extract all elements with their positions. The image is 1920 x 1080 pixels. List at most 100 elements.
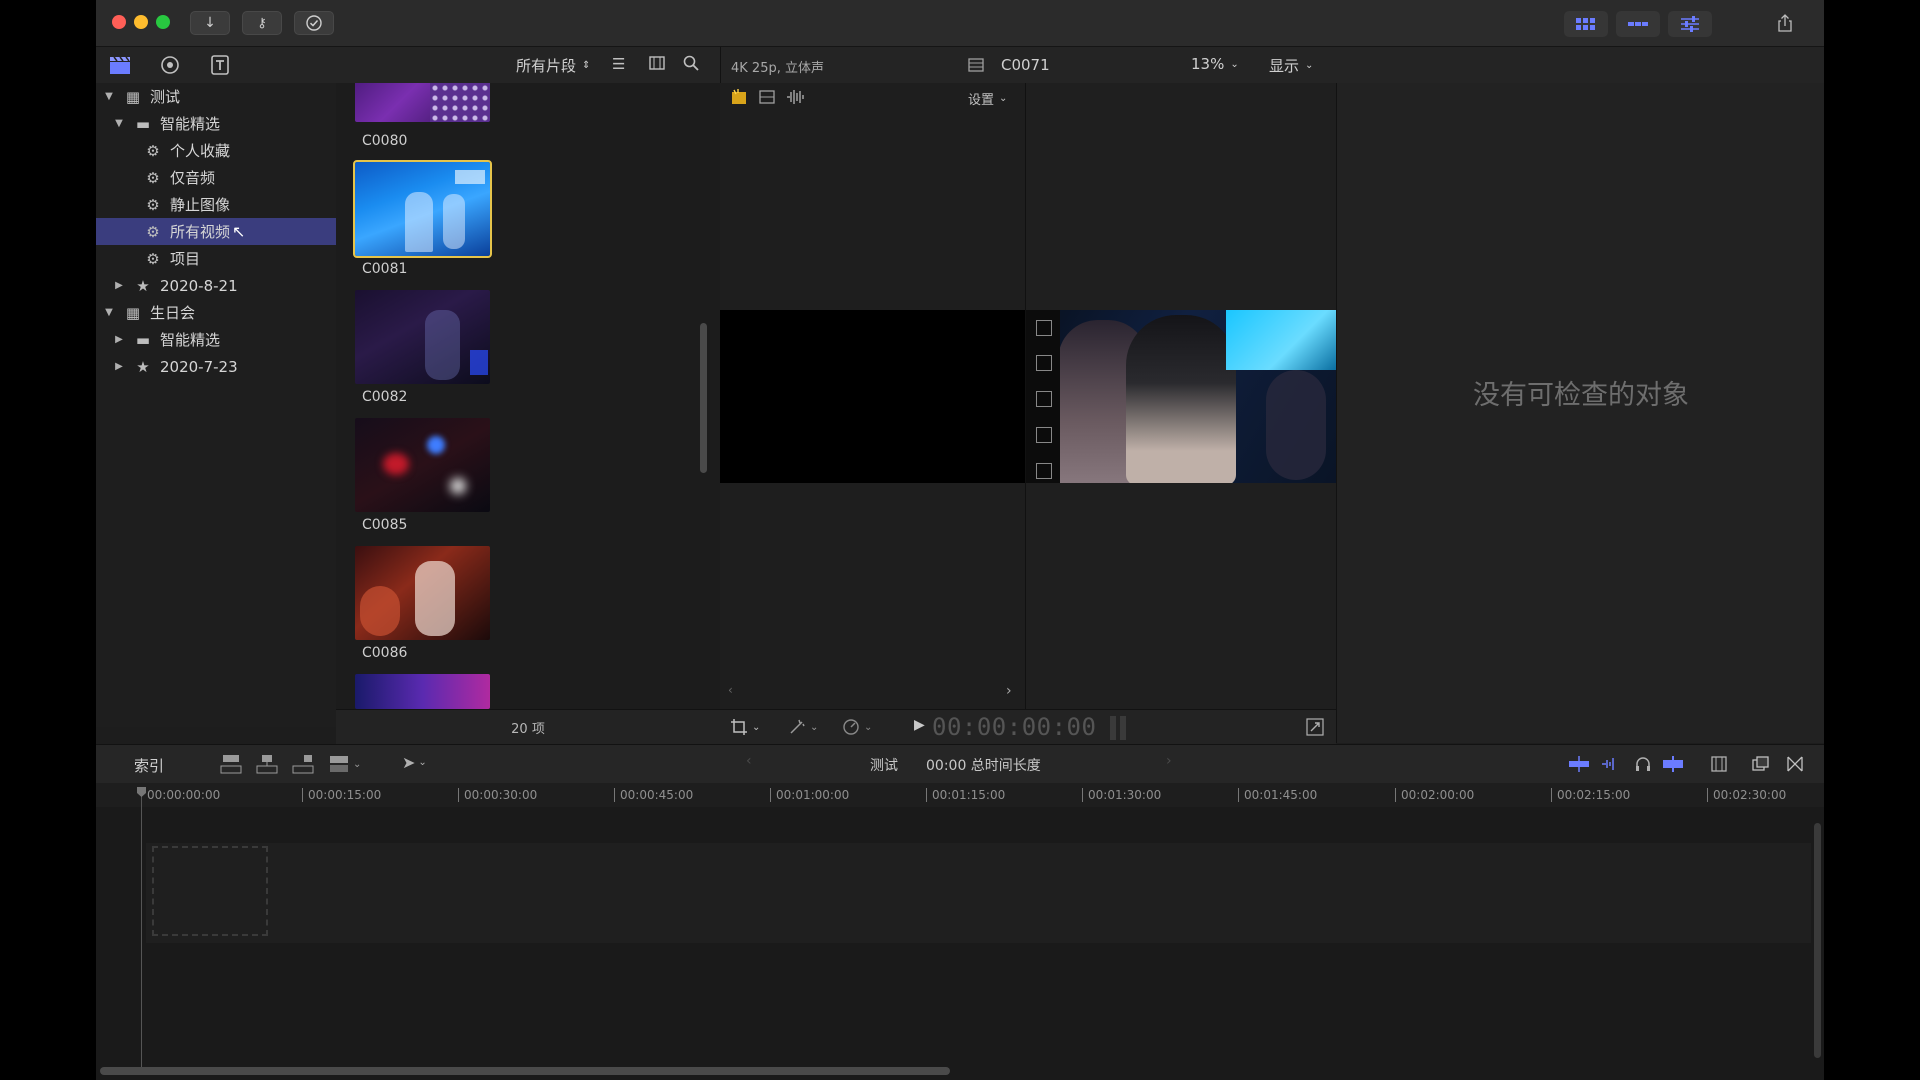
sidebar-item-library-test[interactable]: ▼ ▦ 测试	[96, 83, 336, 110]
horizontal-scrollbar[interactable]	[100, 1067, 950, 1075]
checkmark-circle-icon	[306, 15, 322, 31]
empty-storyline-placeholder[interactable]	[152, 846, 268, 936]
sidebar-item-projects[interactable]: ⚙ 项目	[96, 245, 336, 272]
skimming-button[interactable]	[1568, 756, 1590, 776]
timeline-index-toggle[interactable]	[1752, 755, 1770, 777]
overwrite-popup[interactable]: ⌄	[328, 754, 361, 774]
timeline-duration: 00:00 总时间长度	[926, 758, 1041, 774]
chevron-right-icon[interactable]: ›	[1166, 753, 1172, 769]
checkbox[interactable]	[1036, 463, 1052, 479]
sidebar-item-all-video[interactable]: ⚙ 所有视频 ↖	[96, 218, 336, 245]
solo-button[interactable]	[1634, 755, 1652, 777]
chevron-left-icon[interactable]: ‹	[728, 683, 733, 697]
connect-clip-button[interactable]	[220, 754, 242, 778]
list-view-button[interactable]: ☰	[612, 55, 625, 73]
tool-popup[interactable]: ➤ ⌄	[402, 753, 427, 772]
enhance-popup[interactable]: ⌄	[788, 718, 818, 736]
sidebar-item-event-2020-8-21[interactable]: ▶ ★ 2020-8-21	[96, 272, 336, 299]
angle-checkbox-strip	[1026, 310, 1060, 483]
clip-thumbnail[interactable]	[355, 290, 490, 384]
vertical-scrollbar[interactable]	[1814, 823, 1821, 1058]
settings-popup[interactable]: 设置 ⌄	[968, 89, 1007, 108]
append-icon	[292, 755, 314, 774]
viewer-footer: ⌄ ⌄ ⌄ ▶ 00:00:00:00	[720, 709, 1336, 744]
playhead[interactable]	[141, 789, 142, 1069]
display-popup[interactable]: 显示 ⌄	[1269, 55, 1313, 76]
append-clip-button[interactable]	[292, 754, 314, 778]
sidebar-item-audio-only[interactable]: ⚙ 仅音频	[96, 164, 336, 191]
browser-toggle-button[interactable]	[1564, 11, 1608, 37]
ruler-label: 00:02:30:00	[1707, 788, 1786, 802]
snapping-button[interactable]	[1662, 756, 1684, 776]
audio-meter	[1120, 716, 1126, 740]
zoom-window-button[interactable]	[156, 15, 170, 29]
crop-popup[interactable]: ⌄	[730, 718, 760, 736]
primary-storyline[interactable]	[146, 843, 1811, 943]
inspector-empty-message: 没有可检查的对象	[1473, 380, 1689, 411]
sidebar-item-still-images[interactable]: ⚙ 静止图像	[96, 191, 336, 218]
clip-name: C0086	[362, 645, 408, 661]
sidebar-item-smart-collections-2[interactable]: ▶ ▬ 智能精选	[96, 326, 336, 353]
timeline-toggle-button[interactable]	[1616, 11, 1660, 37]
clip-name: C0082	[362, 389, 408, 405]
checkbox[interactable]	[1036, 427, 1052, 443]
sidebar-item-library-birthday[interactable]: ▼ ▦ 生日会	[96, 299, 336, 326]
connect-icon	[220, 755, 242, 774]
audio-button[interactable]	[786, 88, 806, 110]
chevron-right-icon[interactable]: ›	[1006, 683, 1012, 699]
clip-thumbnail[interactable]	[355, 546, 490, 640]
video-inspector-button[interactable]	[758, 88, 776, 110]
checkbox[interactable]	[1036, 391, 1052, 407]
zoom-popup[interactable]: 13% ⌄	[1191, 55, 1239, 73]
checkbox[interactable]	[1036, 320, 1052, 336]
background-tasks-button[interactable]	[294, 11, 334, 35]
speed-popup[interactable]: ⌄	[842, 718, 872, 736]
import-button[interactable]: ↓	[190, 11, 230, 35]
filmstrip-icon	[759, 90, 775, 104]
secondary-panel: 设置 ⌄ ‹ ›	[720, 83, 1026, 709]
audio-skimming-button[interactable]	[1600, 756, 1622, 776]
viewer-clip-name: C0071	[1001, 56, 1050, 74]
insert-clip-button[interactable]	[256, 754, 278, 778]
checkbox[interactable]	[1036, 355, 1052, 371]
timeline-index-button[interactable]: 索引	[134, 755, 164, 776]
chevron-down-icon: ⌄	[999, 93, 1008, 104]
fullscreen-button[interactable]	[1306, 718, 1324, 740]
overwrite-icon	[330, 756, 348, 772]
updown-chevron-icon: ⇕	[582, 60, 591, 71]
sidebar-item-favorites[interactable]: ⚙ 个人收藏	[96, 137, 336, 164]
share-icon	[1778, 14, 1792, 32]
clip-thumbnail[interactable]	[355, 674, 490, 709]
library-sidebar: ▼ ▦ 测试 ▼ ▬ 智能精选 ⚙ 个人收藏 ⚙ 仅音频 ⚙ 静止图像 ⚙ 所有…	[96, 83, 337, 727]
libraries-tab[interactable]	[108, 53, 132, 77]
photos-audio-tab[interactable]	[158, 53, 182, 77]
timeline-ruler: 00:00:00:00 00:00:15:00 00:00:30:00 00:0…	[96, 783, 1824, 807]
clip-thumbnail[interactable]	[355, 83, 490, 122]
filmstrip-view-button[interactable]	[648, 54, 666, 76]
clip-thumbnail-selected[interactable]	[353, 160, 492, 258]
play-button[interactable]: ▶	[914, 717, 925, 733]
close-window-button[interactable]	[112, 15, 126, 29]
search-button[interactable]	[682, 54, 700, 76]
minimize-window-button[interactable]	[134, 15, 148, 29]
sidebar-item-event-2020-7-23[interactable]: ▶ ★ 2020-7-23	[96, 353, 336, 380]
share-button[interactable]	[1770, 10, 1800, 36]
list-icon: ☰	[612, 55, 626, 73]
chevron-left-icon[interactable]: ‹	[746, 753, 752, 769]
gear-icon: ⚙	[146, 249, 160, 268]
keyword-button[interactable]: ⚷	[242, 11, 282, 35]
effects-browser-button[interactable]	[1786, 755, 1804, 777]
ruler-label: 00:02:00:00	[1395, 788, 1474, 802]
titles-generators-tab[interactable]	[208, 53, 232, 77]
enhance-button[interactable]	[730, 88, 748, 110]
title-bar: ↓ ⚷	[96, 0, 1824, 47]
sidebar-item-smart-collections[interactable]: ▼ ▬ 智能精选	[96, 110, 336, 137]
clip-filter-popup[interactable]: 所有片段 ⇕	[516, 55, 590, 76]
clip-thumbnail[interactable]	[355, 418, 490, 512]
browser-scrollbar[interactable]	[700, 323, 707, 473]
inspector-toggle-button[interactable]	[1668, 11, 1712, 37]
clip-appearance-button[interactable]	[1710, 755, 1728, 777]
clip-name: C0080	[362, 133, 408, 149]
play-icon: ▶	[914, 717, 925, 733]
inspector-panel: 没有可检查的对象	[1336, 83, 1824, 743]
